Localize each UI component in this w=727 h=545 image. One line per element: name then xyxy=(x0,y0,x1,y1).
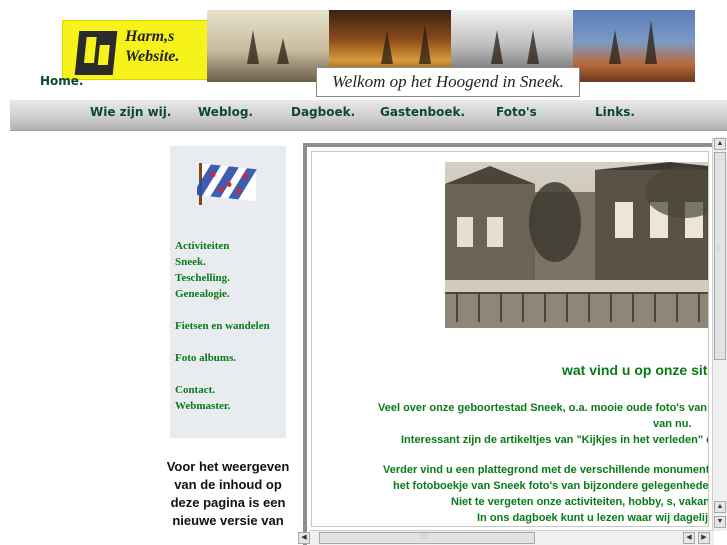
content-frame: wat vind u op onze site Veel over onze g… xyxy=(303,143,727,545)
plugin-notice-text: Voor het weergeven van de inhoud op deze… xyxy=(166,459,290,528)
home-link[interactable]: Home. xyxy=(40,74,84,88)
nav-wie-zijn-wij[interactable]: Wie zijn wij. xyxy=(90,105,171,119)
site-header: Harm,s Website. Home. Welkom op het Hoog… xyxy=(10,0,727,104)
nav-fotos[interactable]: Foto's xyxy=(496,105,537,119)
arrow-up-icon[interactable]: ▲ xyxy=(714,501,726,513)
content-line-6: Niet te vergeten onze activiteiten, hobb… xyxy=(451,496,709,508)
logo-emblem-icon xyxy=(74,31,118,75)
nav-weblog[interactable]: Weblog. xyxy=(198,105,253,119)
content-heading: wat vind u op onze site xyxy=(562,362,709,378)
nav-gastenboek[interactable]: Gastenboek. xyxy=(380,105,465,119)
nav-links[interactable]: Links. xyxy=(595,105,635,119)
nav-dagboek[interactable]: Dagboek. xyxy=(291,105,355,119)
sidebar-item-genealogie[interactable]: Genealogie. xyxy=(175,286,270,302)
frisian-flag-icon xyxy=(197,163,257,205)
content-line-7: In ons dagboek kunt u lezen waar wij dag… xyxy=(477,512,709,524)
content-line-5: het fotoboekje van Sneek foto's van bijz… xyxy=(393,480,709,492)
content-line-3: Interessant zijn de artikeltjes van "Kij… xyxy=(401,434,709,446)
arrow-down-icon[interactable]: ▼ xyxy=(714,516,726,528)
content-line-2: van nu. xyxy=(653,418,692,430)
content-area: wat vind u op onze site Veel over onze g… xyxy=(311,151,709,527)
sidebar: Activiteiten Sneek. Teschelling. Genealo… xyxy=(170,146,286,438)
old-street-photo xyxy=(445,162,708,328)
waterpoort-colour-photo xyxy=(573,10,695,82)
logo-title-line1: Harm,s xyxy=(125,28,175,45)
sidebar-item-teschelling[interactable]: Teschelling. xyxy=(175,270,270,286)
arrow-left-icon[interactable]: ◀ xyxy=(298,532,310,544)
horizontal-scroll-thumb[interactable]: ⁞⁞⁞ xyxy=(319,532,535,544)
sidebar-item-sneek[interactable]: Sneek. xyxy=(175,254,270,270)
sidebar-item-contact[interactable]: Contact. xyxy=(175,382,270,398)
vertical-scrollbar[interactable]: ▲ ⁞ ▲ ▼ xyxy=(712,137,727,531)
arrow-up-icon[interactable]: ▲ xyxy=(714,138,726,150)
harbour-photo xyxy=(207,10,329,82)
content-line-1: Veel over onze geboortestad Sneek, o.a. … xyxy=(378,402,709,414)
horizontal-scrollbar[interactable]: ◀ ⁞⁞⁞ ◀ ▶ xyxy=(298,530,714,545)
sidebar-item-webmaster[interactable]: Webmaster. xyxy=(175,398,270,414)
logo-title-line2: Website. xyxy=(125,48,180,65)
arrow-left-icon[interactable]: ◀ xyxy=(683,532,695,544)
site-logo[interactable]: Harm,s Website. xyxy=(62,20,216,80)
sidebar-item-foto-albums[interactable]: Foto albums. xyxy=(175,350,270,366)
welcome-caption: Welkom op het Hoogend in Sneek. xyxy=(316,67,580,97)
vertical-scroll-thumb[interactable]: ⁞ xyxy=(714,152,726,360)
arrow-right-icon[interactable]: ▶ xyxy=(698,532,710,544)
main-navigation: Wie zijn wij. Weblog. Dagboek. Gastenboe… xyxy=(10,100,727,131)
content-line-4: Verder vind u een plattegrond met de ver… xyxy=(383,464,709,476)
sidebar-item-activiteiten[interactable]: Activiteiten xyxy=(175,238,270,254)
sidebar-item-fietsen-en-wandelen[interactable]: Fietsen en wandelen xyxy=(175,318,270,334)
sidebar-menu: Activiteiten Sneek. Teschelling. Genealo… xyxy=(175,238,270,414)
